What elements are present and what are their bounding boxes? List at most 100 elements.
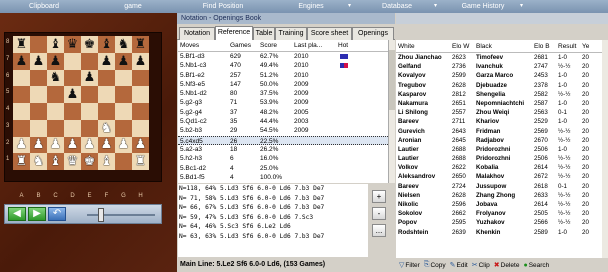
reference-row[interactable]: 5.Nb1-d2 80 37.5% 2009 [178,89,388,98]
black-pawn-icon[interactable]: ♟ [101,55,113,68]
board-square[interactable] [81,119,98,137]
board-square[interactable] [98,86,115,103]
board-square[interactable]: ♟ [64,86,81,103]
chess-board[interactable]: ♜ ♝ ♛ ♚ ♝ ♞ ♜ ♟ ♟ ♟ ♟ ♟ ♟ ♞ ♟ ♟ ♞ ♟ ♟ ♟ ♟ ♟ ♟ ♟ ♟ ♜ ♞ ♝ ♛ ♚ ♝ ♜ [13,36,149,170]
menu-item[interactable] [526,0,608,13]
black-bishop-icon[interactable]: ♝ [101,38,113,51]
tab-score-sheet[interactable]: Score sheet [307,27,352,40]
board-square[interactable]: ♞ [30,153,47,170]
black-king-icon[interactable]: ♚ [84,38,96,51]
column-last-played[interactable]: Last pla... [294,40,338,51]
menu-item[interactable]: game [88,0,178,13]
board-square[interactable] [30,86,47,103]
board-square[interactable]: ♝ [47,36,64,53]
white-pawn-icon[interactable]: ♟ [135,138,147,151]
game-row[interactable]: Aronian 2645 Radjabov 2670 ½-½ 20 [396,136,602,145]
tab-reference[interactable]: Reference [215,26,253,40]
board-square[interactable]: ♜ [13,153,30,170]
white-king-icon[interactable]: ♚ [84,155,96,168]
zoom-in-icon[interactable]: + [372,190,386,203]
board-square[interactable]: ♛ [64,36,81,53]
reference-row[interactable]: 5.c4xd5 26 22.5% [178,135,388,145]
board-square[interactable] [13,103,30,120]
tab-table[interactable]: Table [253,27,275,40]
white-pawn-icon[interactable]: ♟ [50,138,62,151]
tree-line[interactable]: N= 71, 58% 5.Ld3 Sf6 6.0-0 Ld6 7.b3 De7 [178,194,368,204]
tree-line[interactable]: N= 64, 46% 5.Sc3 Sf6 6.Le2 Ld6 [178,222,368,232]
board-square[interactable]: ♚ [81,36,98,53]
board-square[interactable] [115,69,132,87]
game-row[interactable]: Nikolic 2596 Jobava 2614 ½-½ 20 [396,200,602,209]
board-square[interactable] [13,69,30,87]
reference-row[interactable]: 5.Bf1-e2 257 51.2% 2010 [178,71,388,80]
reference-row[interactable]: 5.g2-g4 37 48.2% 2005 [178,108,388,117]
black-pawn-icon[interactable]: ♟ [118,55,130,68]
reference-row[interactable]: 5.Bf1-d3 629 62.7% 2010 [178,52,388,61]
board-square[interactable]: ♟ [81,136,98,154]
column-result[interactable]: Result [558,40,582,52]
white-pawn-icon[interactable]: ♟ [118,138,130,151]
board-square[interactable] [132,103,149,120]
black-pawn-icon[interactable]: ♟ [67,88,79,101]
reference-row[interactable]: 5.Nf3-e5 147 50.0% 2009 [178,80,388,89]
board-square[interactable]: ♝ [98,36,115,53]
white-pawn-icon[interactable]: ♟ [101,138,113,151]
black-pawn-icon[interactable]: ♟ [33,55,45,68]
column-elo-black[interactable]: Elo B [534,40,558,52]
board-square[interactable]: ♝ [47,153,64,170]
game-row[interactable]: Aleksandrov 2650 Malakhov 2672 ½-½ 20 [396,172,602,181]
board-square[interactable]: ♝ [98,153,115,170]
game-row[interactable]: Tregubov 2628 Djebuadze 2378 1-0 20 [396,81,602,90]
black-rook-icon[interactable]: ♜ [135,38,147,51]
copy-button[interactable]: ⎘ Copy [424,261,446,269]
tab-training[interactable]: Training [275,27,307,40]
back-arrow-icon[interactable]: ◀ [8,207,26,221]
board-square[interactable]: ♞ [47,69,64,87]
forward-arrow-icon[interactable]: ▶ [28,207,46,221]
board-square[interactable] [115,119,132,137]
white-bishop-icon[interactable]: ♝ [101,155,113,168]
board-square[interactable]: ♟ [47,136,64,154]
board-square[interactable] [13,119,30,137]
menu-item[interactable]: Clipboard [0,0,88,13]
board-square[interactable]: ♟ [47,52,64,70]
board-square[interactable]: ♜ [132,153,149,170]
board-square[interactable] [64,69,81,87]
white-rook-icon[interactable]: ♜ [135,155,147,168]
tab-openings-book[interactable]: Openings Book [352,27,394,49]
board-square[interactable] [30,119,47,137]
board-square[interactable] [30,36,47,53]
board-square[interactable] [81,52,98,70]
tree-line[interactable]: N= 66, 67% 5.Ld3 Sf6 6.0-0 Ld6 7.b3 De7 [178,203,368,213]
tree-line[interactable]: N=118, 64% 5.Ld3 Sf6 6.0-0 Ld6 7.b3 De7 [178,184,368,194]
game-row[interactable]: Rodshtein 2639 Khenkin 2589 1-0 20 [396,228,602,237]
black-pawn-icon[interactable]: ♟ [84,71,96,84]
games-scrollbar[interactable] [602,40,608,258]
board-square[interactable] [115,153,132,170]
board-square[interactable] [98,103,115,120]
board-square[interactable]: ♟ [64,136,81,154]
reference-row[interactable]: 5.Bd1-f5 4 100.0% [178,173,388,182]
board-square[interactable] [47,86,64,103]
black-knight-icon[interactable]: ♞ [118,38,130,51]
board-square[interactable]: ♟ [98,52,115,70]
game-row[interactable]: Kasparov 2812 Shengelia 2582 ½-½ 20 [396,90,602,99]
board-square[interactable]: ♟ [30,136,47,154]
board-square[interactable] [81,103,98,120]
white-pawn-icon[interactable]: ♟ [33,138,45,151]
column-black[interactable]: Black [476,40,534,52]
board-square[interactable]: ♟ [13,136,30,154]
tab-notation[interactable]: Notation [179,27,215,40]
game-row[interactable]: Gelfand 2736 Ivanchuk 2747 ½-½ 20 [396,62,602,71]
black-pawn-icon[interactable]: ♟ [50,55,62,68]
board-square[interactable] [98,69,115,87]
white-bishop-icon[interactable]: ♝ [50,155,62,168]
delete-button[interactable]: ✖ Delete [494,261,520,270]
white-rook-icon[interactable]: ♜ [16,155,28,168]
black-pawn-icon[interactable]: ♟ [16,55,28,68]
board-square[interactable] [30,69,47,87]
board-square[interactable] [30,103,47,120]
search-button[interactable]: ● Search [523,262,549,269]
board-square[interactable]: ♟ [98,136,115,154]
reference-row[interactable]: 5.Nb1-c3 470 49.4% 2010 [178,61,388,70]
